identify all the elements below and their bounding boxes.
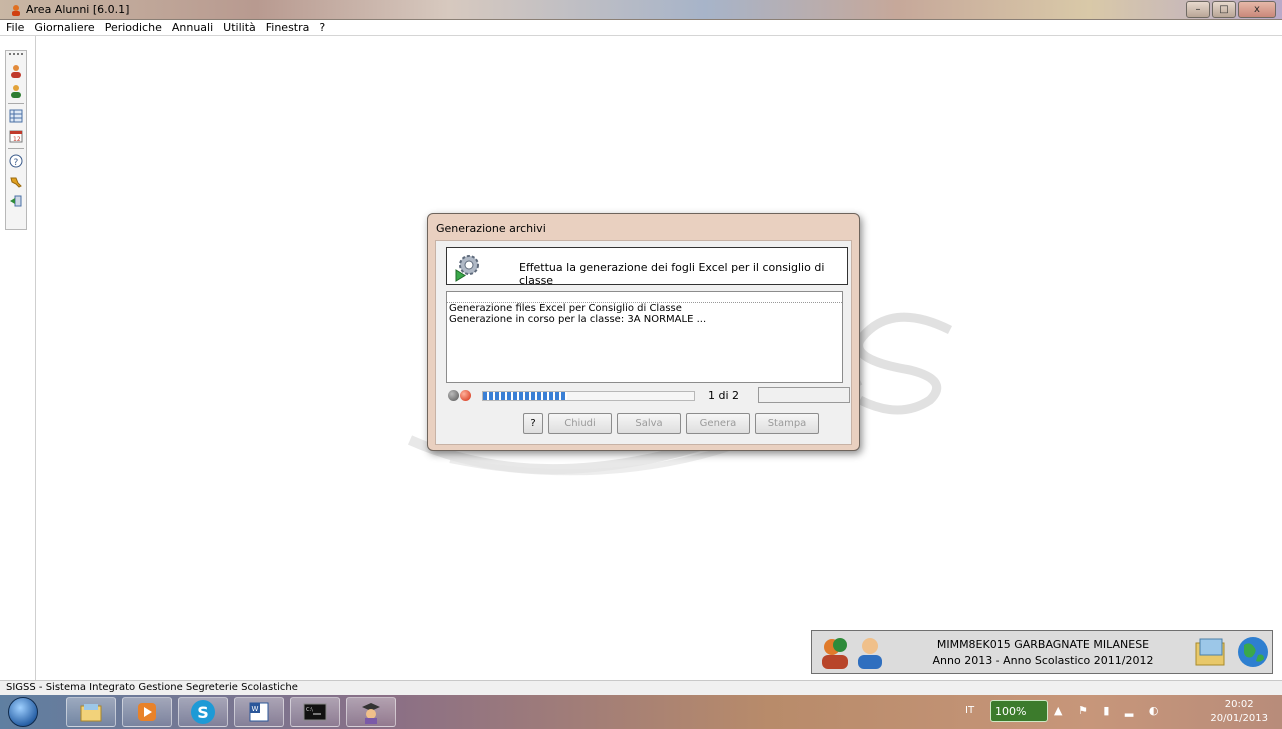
toolbar-separator	[8, 148, 24, 149]
log-line: Generazione files Excel per Consiglio di…	[449, 303, 682, 314]
menu-periodiche[interactable]: Periodiche	[100, 21, 167, 34]
status-dot-red-icon	[460, 390, 471, 401]
progress-bar	[482, 391, 695, 401]
dialog-title: Generazione archivi	[436, 222, 546, 235]
print-button[interactable]: Stampa	[755, 413, 819, 434]
save-button[interactable]: Salva	[617, 413, 681, 434]
app-icon	[12, 5, 20, 16]
clock[interactable]: 20:02 20/01/2013	[1210, 698, 1268, 726]
progress-secondary-box	[758, 387, 850, 403]
close-button[interactable]: x	[1238, 1, 1276, 18]
menu-file[interactable]: File	[0, 21, 29, 34]
menu-finestra[interactable]: Finestra	[261, 21, 315, 34]
toolbar-separator	[8, 103, 24, 104]
clock-time: 20:02	[1224, 699, 1254, 710]
banner-text: Effettua la generazione dei fogli Excel …	[519, 261, 825, 287]
console-taskbar-icon[interactable]: C:\	[290, 697, 340, 727]
svg-text:?: ?	[14, 158, 19, 168]
progress-fill	[483, 392, 568, 400]
svg-text:C:\: C:\	[306, 707, 313, 713]
svg-text:12: 12	[13, 136, 21, 143]
skype-taskbar-icon[interactable]: S	[178, 697, 228, 727]
user-alt-icon[interactable]	[8, 83, 24, 99]
menu-giornaliere[interactable]: Giornaliere	[29, 21, 99, 34]
user-icon[interactable]	[8, 63, 24, 79]
dialog-button-row: ? Chiudi Salva Genera Stampa	[523, 413, 824, 435]
archive-icon[interactable]	[1192, 635, 1232, 671]
globe-icon[interactable]	[1236, 635, 1270, 669]
workspace-border	[35, 36, 36, 680]
minimize-button[interactable]: –	[1186, 1, 1210, 18]
start-button[interactable]	[8, 697, 38, 727]
help-button[interactable]: ?	[523, 413, 543, 434]
media-player-taskbar-icon[interactable]	[122, 697, 172, 727]
skype-icon: S	[191, 700, 215, 724]
status-text: SIGSS - Sistema Integrato Gestione Segre…	[6, 682, 298, 693]
school-info-panel: MIMM8EK015 GARBAGNATE MILANESE Anno 2013…	[811, 630, 1273, 674]
maximize-button[interactable]: □	[1212, 1, 1236, 18]
log-box: Generazione files Excel per Consiglio di…	[446, 291, 843, 383]
menu-help[interactable]: ?	[314, 21, 330, 34]
help-icon[interactable]: ?	[8, 153, 24, 169]
status-dot-gray-icon	[448, 390, 459, 401]
log-header	[447, 292, 842, 303]
grid-icon[interactable]	[8, 108, 24, 124]
clock-date: 20/01/2013	[1210, 713, 1268, 724]
progress-count: 1 di 2	[708, 389, 740, 402]
close-dialog-button[interactable]: Chiudi	[548, 413, 612, 434]
progress-row: 1 di 2	[446, 387, 850, 405]
toolbar-grip[interactable]	[9, 53, 23, 59]
explorer-taskbar-icon[interactable]	[66, 697, 116, 727]
window-titlebar: Area Alunni [6.0.1] – □ x	[0, 0, 1282, 20]
exit-icon[interactable]	[8, 193, 24, 209]
window-title: Area Alunni [6.0.1]	[26, 3, 130, 16]
calendar-icon[interactable]: 12	[8, 128, 24, 144]
svg-text:W: W	[252, 705, 259, 713]
word-taskbar-icon[interactable]: W	[234, 697, 284, 727]
status-bar: SIGSS - Sistema Integrato Gestione Segre…	[0, 680, 1282, 695]
area-alunni-taskbar-icon[interactable]	[346, 697, 396, 727]
menu-bar: File Giornaliere Periodiche Annuali Util…	[0, 20, 1282, 36]
system-tray-icons[interactable]: ▲ ⚑ ▮ ▂ ◐	[1054, 704, 1164, 717]
menu-annuali[interactable]: Annuali	[167, 21, 218, 34]
generation-dialog: Generazione archivi Effettua la generazi…	[427, 213, 860, 451]
gear-icon	[455, 255, 479, 282]
side-toolbar: 12 ?	[5, 50, 27, 230]
dialog-banner: Effettua la generazione dei fogli Excel …	[446, 247, 848, 287]
log-line: Generazione in corso per la classe: 3A N…	[449, 314, 707, 325]
battery-indicator[interactable]: 100%	[990, 700, 1048, 722]
tools-icon[interactable]	[8, 173, 24, 189]
language-indicator[interactable]: IT	[965, 705, 974, 716]
taskbar: S W C:\ IT 100% ▲ ⚑ ▮ ▂ ◐ 20:02 20/01/20…	[0, 695, 1282, 729]
dialog-body: Effettua la generazione dei fogli Excel …	[435, 240, 852, 445]
generate-button[interactable]: Genera	[686, 413, 750, 434]
menu-utilita[interactable]: Utilità	[218, 21, 261, 34]
